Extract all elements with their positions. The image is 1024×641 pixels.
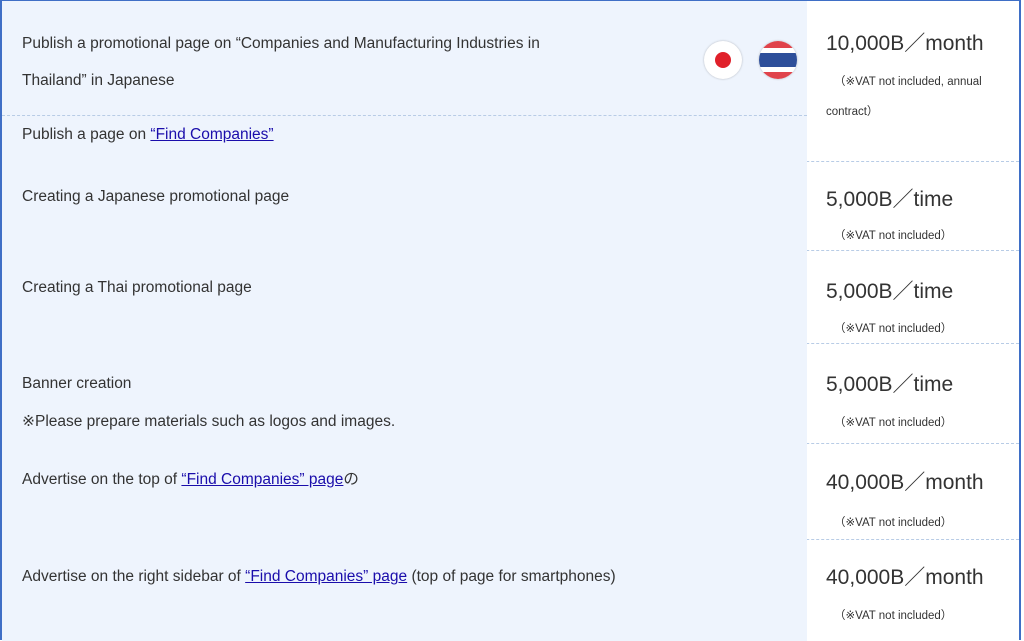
price: 5,000B／time [826, 188, 954, 211]
find-companies-link[interactable]: “Find Companies” [150, 126, 273, 143]
price: 40,000B／month [826, 566, 984, 589]
service-description: Banner creation [22, 375, 132, 392]
divider [2, 115, 807, 116]
service-cell: Creating a Japanese promotional page [2, 161, 807, 250]
price-note: （※VAT not included, annual contract） [826, 76, 982, 118]
price: 40,000B／month [826, 471, 984, 494]
table-row: Banner creation ※Please prepare material… [2, 343, 1019, 444]
price-note: （※VAT not included） [834, 610, 953, 622]
service-description-line2: Thailand” in Japanese [22, 72, 175, 89]
price: 5,000B／time [826, 373, 954, 396]
pricing-table: Publish a promotional page on “Companies… [0, 0, 1021, 641]
price-note: （※VAT not included） [834, 417, 953, 429]
service-description-label: Advertise on the right sidebar of [22, 568, 246, 585]
service-note: ※Please prepare materials such as logos … [22, 413, 396, 430]
japan-flag-icon [704, 41, 742, 79]
service-description: Advertise on the right sidebar of “Find … [22, 567, 616, 587]
service-description-suffix: の [343, 471, 359, 488]
service-description: Advertise on the top of “Find Companies”… [22, 470, 359, 490]
table-row: Creating a Thai promotional page 5,000B／… [2, 250, 1019, 344]
service-description: Creating a Japanese promotional page [22, 188, 290, 205]
price: 5,000B／time [826, 280, 954, 303]
find-companies-page-link[interactable]: “Find Companies” page [181, 471, 343, 488]
service-cell: Publish a promotional page on “Companies… [2, 1, 807, 161]
service-description-label: Advertise on the top of [22, 471, 182, 488]
service-cell: Creating a Thai promotional page [2, 250, 807, 343]
price-note: （※VAT not included） [834, 517, 953, 529]
find-companies-page-link[interactable]: “Find Companies” page [245, 568, 407, 585]
service-cell: Banner creation ※Please prepare material… [2, 343, 807, 443]
price: 10,000B／month [826, 32, 984, 55]
table-row: Advertise on the right sidebar of “Find … [2, 539, 1019, 641]
table-row: Publish a promotional page on “Companies… [2, 1, 1019, 162]
price-note: （※VAT not included） [834, 230, 953, 242]
service-subitem-label: Publish a page on [22, 126, 151, 143]
service-cell: Advertise on the top of “Find Companies”… [2, 443, 807, 539]
table-row: Creating a Japanese promotional page 5,0… [2, 161, 1019, 251]
service-description-suffix: (top of page for smartphones) [407, 568, 616, 585]
service-subitem: Publish a page on “Find Companies” [22, 125, 274, 145]
service-cell: Advertise on the right sidebar of “Find … [2, 539, 807, 641]
service-description: Publish a promotional page on “Companies… [22, 35, 540, 52]
service-description: Creating a Thai promotional page [22, 279, 252, 296]
price-note: （※VAT not included） [834, 323, 953, 335]
thailand-flag-icon [759, 41, 797, 79]
table-row: Advertise on the top of “Find Companies”… [2, 443, 1019, 540]
